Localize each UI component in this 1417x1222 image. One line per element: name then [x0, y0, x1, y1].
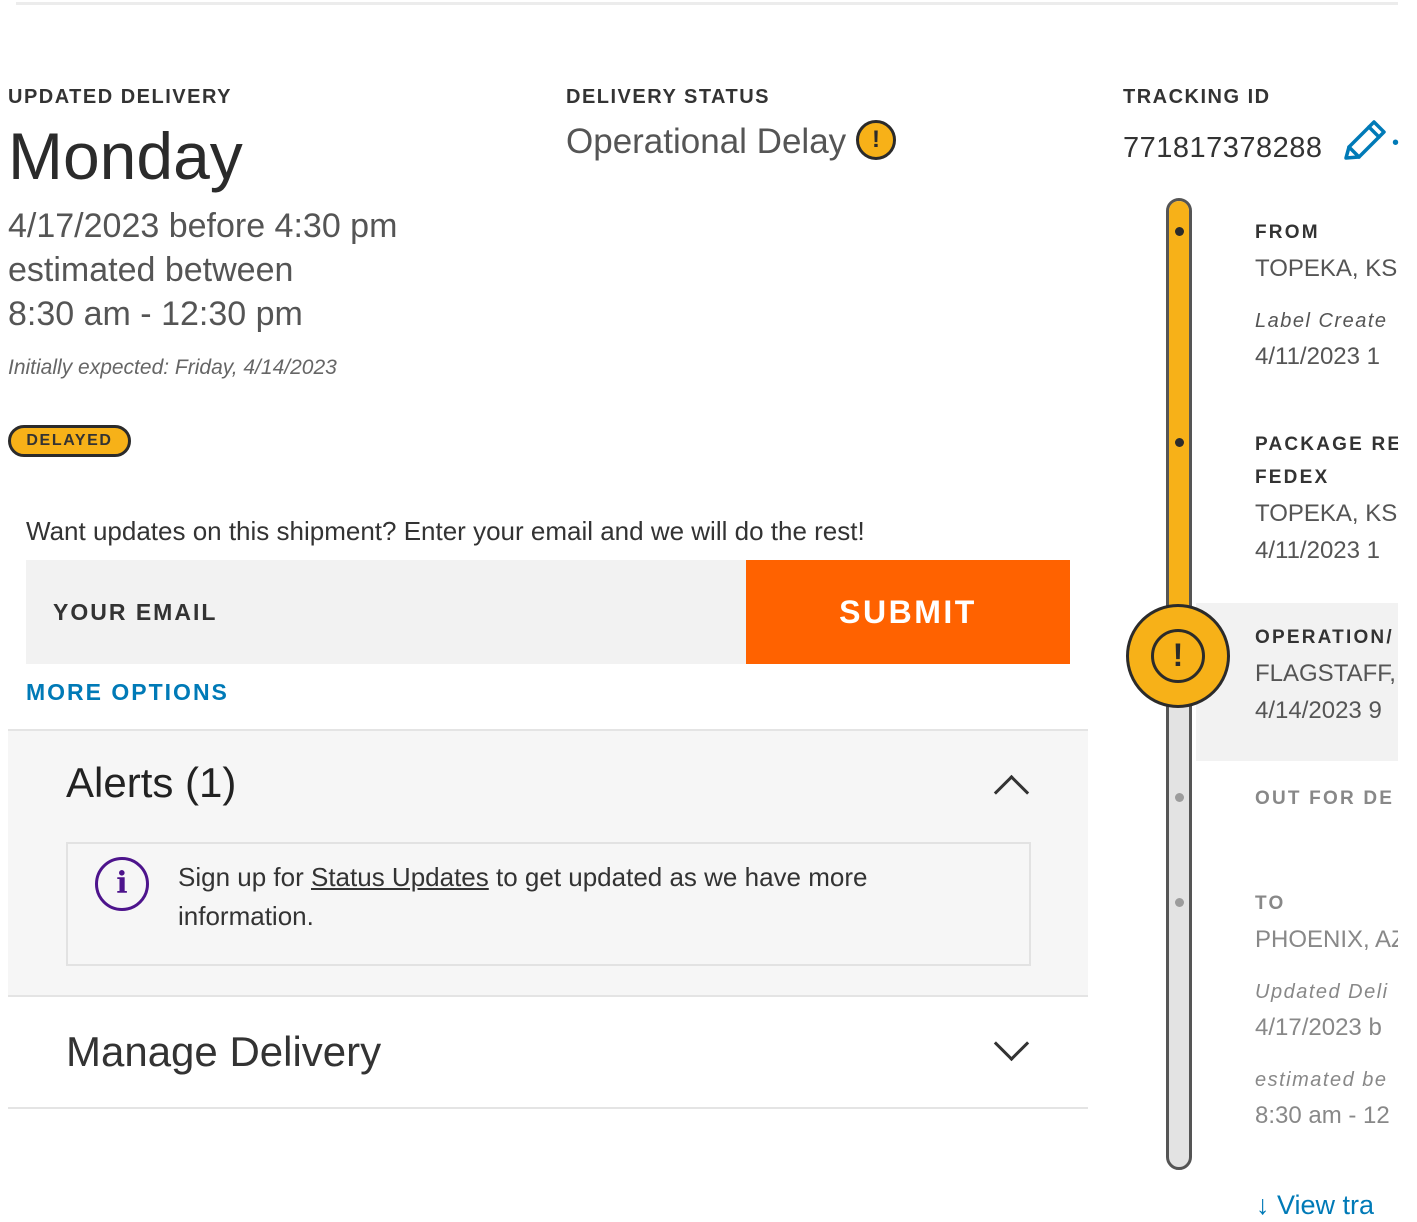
event-updated-label: Updated Deli [1255, 981, 1389, 1003]
alert-message-start: Sign up for [178, 862, 311, 892]
event-operational-heading: OPERATION/ [1255, 627, 1394, 648]
delivery-window: 8:30 am - 12:30 pm [8, 295, 303, 333]
timeline-dot [1175, 227, 1184, 236]
bottom-divider [8, 1107, 1088, 1109]
chevron-down-icon[interactable] [993, 1025, 1030, 1062]
event-received-date: 4/11/2023 1 [1255, 537, 1381, 564]
warning-icon: ! [856, 120, 896, 160]
estimated-between-label: estimated between [8, 251, 294, 289]
top-divider [16, 2, 1398, 5]
submit-button[interactable]: SUBMIT [746, 560, 1070, 664]
initially-expected: Initially expected: Friday, 4/14/2023 [8, 356, 337, 379]
event-label-created: Label Create [1255, 310, 1388, 332]
event-estimated-window: 8:30 am - 12 [1255, 1102, 1390, 1129]
alert-message: Sign up for Status Updates to get update… [178, 858, 958, 936]
view-travel-history-link[interactable]: ↓ View tra [1256, 1190, 1398, 1221]
info-icon: i [95, 857, 149, 911]
event-label-date: 4/11/2023 1 [1255, 343, 1381, 370]
updates-prompt: Want updates on this shipment? Enter you… [26, 516, 865, 546]
event-received-heading: PACKAGE RE [1255, 434, 1398, 455]
email-input[interactable] [26, 560, 748, 664]
event-from-heading: FROM [1255, 222, 1320, 243]
more-options-link[interactable]: MORE OPTIONS [26, 679, 229, 706]
edit-pencil-icon[interactable] [1338, 118, 1390, 164]
clipped-icon-edge: • [1392, 132, 1400, 154]
progress-fill [1169, 201, 1189, 641]
manage-delivery-title[interactable]: Manage Delivery [66, 1028, 381, 1076]
delivery-date: 4/17/2023 before 4:30 pm [8, 207, 398, 245]
tracking-id-value: 771817378288 [1123, 132, 1323, 164]
event-to-city: PHOENIX, AZ [1255, 926, 1398, 953]
event-to-heading: TO [1255, 893, 1286, 914]
updated-delivery-label: UPDATED DELIVERY [8, 86, 233, 108]
delivery-day: Monday [8, 119, 243, 193]
timeline-dot [1175, 898, 1184, 907]
warning-icon: ! [1151, 629, 1205, 683]
event-operational-date: 4/14/2023 9 [1255, 697, 1382, 724]
section-divider [8, 995, 1088, 997]
tracking-id-label: TRACKING ID [1123, 86, 1271, 108]
status-updates-link[interactable]: Status Updates [311, 862, 489, 892]
event-updated-date: 4/17/2023 b [1255, 1014, 1382, 1041]
delivery-status-label: DELIVERY STATUS [566, 86, 771, 108]
event-received-carrier: FEDEX [1255, 467, 1330, 488]
timeline-dot [1175, 793, 1184, 802]
event-operational-city: FLAGSTAFF, [1255, 660, 1396, 687]
event-estimated-label: estimated be [1255, 1069, 1388, 1091]
delivery-status-value: Operational Delay [566, 122, 847, 161]
event-out-heading: OUT FOR DE [1255, 788, 1395, 809]
event-from-city: TOPEKA, KS [1255, 255, 1398, 282]
alerts-title[interactable]: Alerts (1) [66, 759, 236, 807]
delayed-badge: DELAYED [8, 425, 131, 457]
event-received-city: TOPEKA, KS [1255, 500, 1398, 527]
timeline-dot [1175, 438, 1184, 447]
